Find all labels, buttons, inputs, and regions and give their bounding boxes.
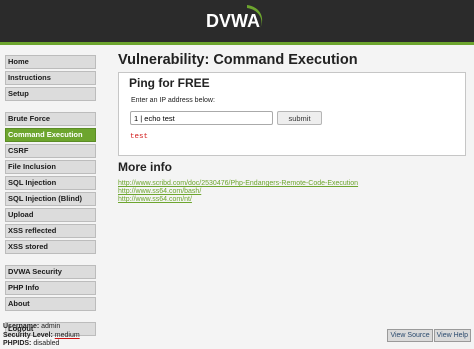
menu-group: Brute Force Command Execution CSRF File Inc… — [5, 112, 96, 254]
phpids-label: PHPIDS: — [3, 340, 32, 347]
side-menu: Home Instructions Setup Brute Force Command … — [5, 55, 96, 347]
username-value: admin — [41, 323, 61, 330]
menu-item-upload[interactable]: Upload — [5, 208, 96, 222]
submit-button[interactable]: submit — [277, 111, 322, 125]
menu-item-home[interactable]: Home — [5, 55, 96, 69]
menu-group: DVWA Security PHP Info About — [5, 265, 96, 311]
more-info-link[interactable]: http://www.ss64.com/bash/ — [118, 188, 358, 196]
menu-item-dvwa-security[interactable]: DVWA Security — [5, 265, 96, 279]
more-info-heading: More info — [118, 160, 172, 174]
menu-item-setup[interactable]: Setup — [5, 87, 96, 101]
main-content: Vulnerability: Command Execution Ping fo… — [118, 50, 468, 203]
security-level-value: medium — [54, 331, 80, 339]
header: DVWA — [0, 0, 474, 45]
menu-item-sql-injection[interactable]: SQL Injection — [5, 176, 96, 190]
view-help-button[interactable]: View Help — [433, 329, 471, 342]
more-info-link[interactable]: http://www.ss64.com/nt/ — [118, 196, 358, 204]
menu-item-sql-injection-blind[interactable]: SQL Injection (Blind) — [5, 192, 96, 206]
ping-box: Ping for FREE Enter an IP address below:… — [118, 72, 466, 156]
menu-item-instructions[interactable]: Instructions — [5, 71, 96, 85]
menu-item-php-info[interactable]: PHP Info — [5, 281, 96, 295]
menu-item-xss-stored[interactable]: XSS stored — [5, 240, 96, 254]
menu-item-command-execution[interactable]: Command Execution — [5, 128, 96, 142]
session-info: Username: admin Security Level: medium P… — [3, 323, 80, 349]
ip-field-label: Enter an IP address below: — [131, 97, 215, 104]
ping-box-title: Ping for FREE — [129, 76, 210, 90]
footer-buttons: View Source View Help — [386, 324, 471, 342]
logo-text: DVWA — [206, 11, 260, 31]
ip-address-input[interactable] — [130, 111, 273, 125]
menu-item-csrf[interactable]: CSRF — [5, 144, 96, 158]
menu-group: Home Instructions Setup — [5, 55, 96, 101]
username-label: Username: — [3, 323, 40, 330]
security-level-label: Security Level: — [3, 331, 53, 339]
phpids-value: disabled — [33, 340, 60, 347]
page-title: Vulnerability: Command Execution — [118, 52, 358, 68]
view-source-button[interactable]: View Source — [387, 329, 433, 342]
menu-item-xss-reflected[interactable]: XSS reflected — [5, 224, 96, 238]
command-output: test — [130, 133, 149, 141]
more-info-links: http://www.scribd.com/doc/2530476/Php-En… — [118, 180, 358, 204]
dvwa-logo: DVWA — [206, 5, 263, 31]
menu-item-file-inclusion[interactable]: File Inclusion — [5, 160, 96, 174]
menu-item-about[interactable]: About — [5, 297, 96, 311]
menu-item-brute-force[interactable]: Brute Force — [5, 112, 96, 126]
more-info-link[interactable]: http://www.scribd.com/doc/2530476/Php-En… — [118, 180, 358, 188]
